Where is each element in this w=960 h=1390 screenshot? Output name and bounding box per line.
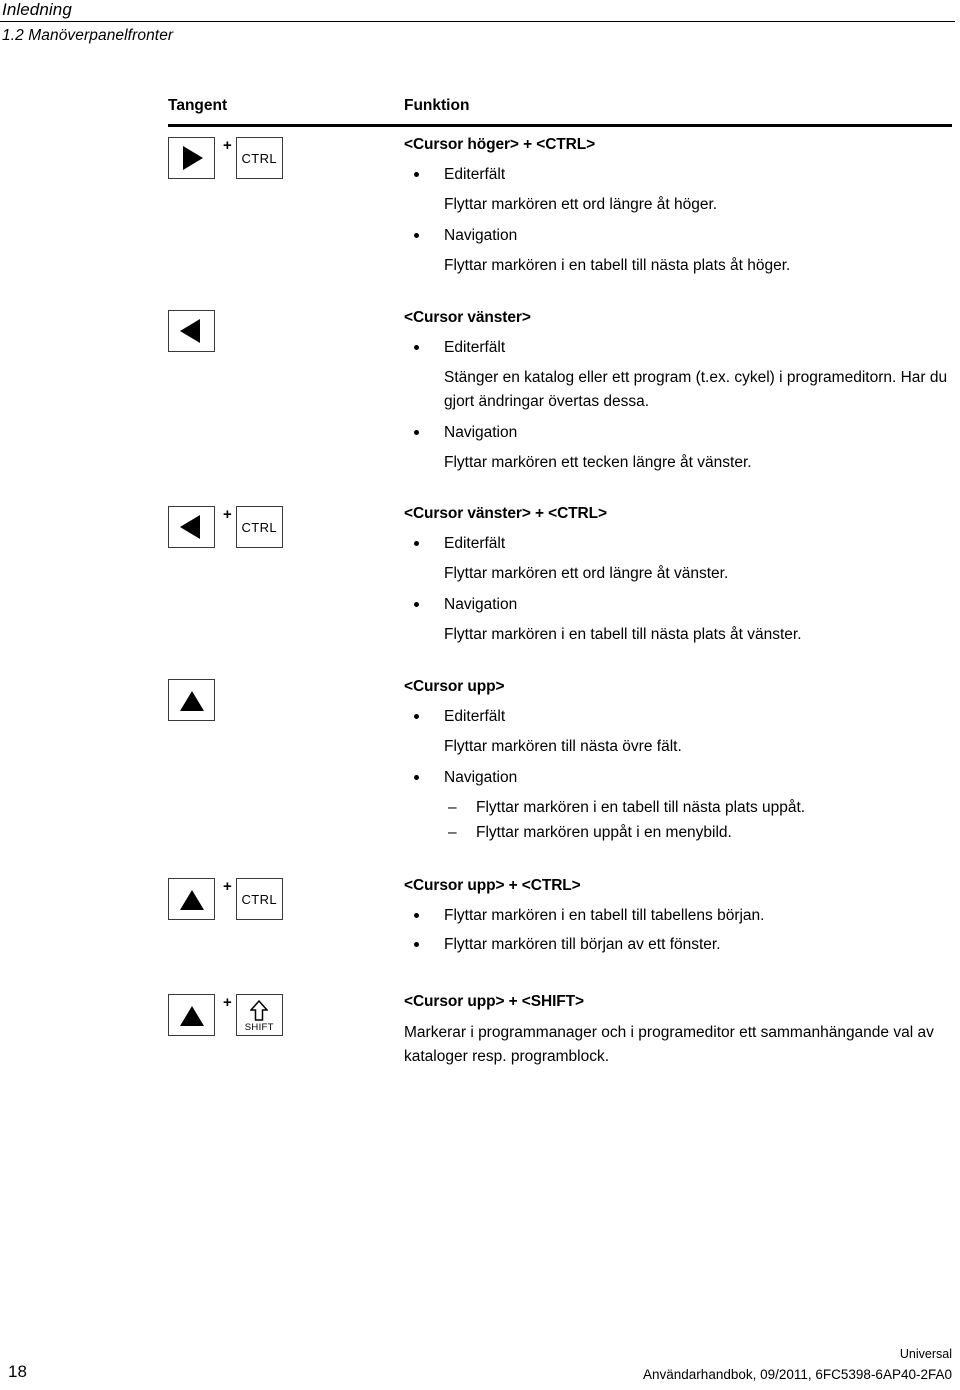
table-header-row: Tangent Funktion xyxy=(168,97,952,124)
key-cell: + SHIFT xyxy=(168,992,404,1036)
function-bullet-item: Flyttar markören till början av ett föns… xyxy=(404,934,952,955)
function-title: <Cursor upp> xyxy=(404,678,505,695)
ctrl-key: CTRL xyxy=(235,137,283,179)
header-chapter-title: Inledning xyxy=(2,0,72,19)
function-dash-item: Flyttar markören i en tabell till nästa … xyxy=(404,796,952,820)
function-bullet-item: Editerfält xyxy=(404,533,952,554)
ctrl-key-label: CTRL xyxy=(241,891,278,907)
function-paragraph: Flyttar markören ett tecken längre åt vä… xyxy=(444,454,752,471)
function-cell: <Cursor vänster> + <CTRL> Editerfält Flytt… xyxy=(404,504,952,655)
function-title: <Cursor vänster> + <CTRL> xyxy=(404,505,607,522)
function-bullet-item: Editerfält xyxy=(404,164,952,185)
key-cell: + CTRL xyxy=(168,876,404,920)
cursor-right-key xyxy=(168,137,215,179)
function-paragraph: Flyttar markören i en tabell till nästa … xyxy=(444,257,791,274)
footer-document-info: Universal Användarhandbok, 09/2011, 6FC5… xyxy=(643,1346,952,1384)
column-header-function: Funktion xyxy=(404,97,470,114)
key-cell xyxy=(168,308,404,352)
key-reference-table: Tangent Funktion + CTRL <Cursor höger> + <… xyxy=(168,97,952,1071)
shift-arrow-icon xyxy=(250,999,269,1021)
cursor-up-key xyxy=(168,878,215,920)
table-row: <Cursor upp> Editerfält Flyttar markören t… xyxy=(168,655,952,846)
shift-key: SHIFT xyxy=(235,994,283,1036)
function-paragraph: Flyttar markören i en tabell till nästa … xyxy=(444,626,802,643)
ctrl-key-label: CTRL xyxy=(241,150,278,166)
cursor-up-arrow-icon xyxy=(179,1006,204,1026)
function-cell: <Cursor vänster> Editerfält Stänger en kat… xyxy=(404,308,952,483)
function-bullet-item: Navigation xyxy=(404,594,952,615)
key-combiner-plus: + xyxy=(223,137,232,154)
page-header: Inledning 1.2 Manöverpanelfronter xyxy=(0,0,960,45)
function-bullet-item: Flyttar markören i en tabell till tabell… xyxy=(404,905,952,926)
function-bullet-item: Navigation xyxy=(404,422,952,443)
function-title: <Cursor upp> + <CTRL> xyxy=(404,877,581,894)
table-row: + CTRL <Cursor höger> + <CTRL> Editerfält Fl… xyxy=(168,127,952,286)
shift-key-label: SHIFT xyxy=(244,1021,274,1033)
cursor-up-arrow-icon xyxy=(179,890,204,910)
cursor-up-arrow-icon xyxy=(179,691,204,711)
cursor-left-key xyxy=(168,506,215,548)
cursor-up-key xyxy=(168,994,215,1036)
table-row: + CTRL <Cursor vänster> + <CTRL> Editerfält… xyxy=(168,483,952,655)
page-number: 18 xyxy=(8,1362,27,1381)
footer-document-id: Användarhandbok, 09/2011, 6FC5398-6AP40-… xyxy=(643,1367,952,1382)
column-header-key: Tangent xyxy=(168,97,228,114)
table-row: + CTRL <Cursor upp> + <CTRL> Flyttar markör… xyxy=(168,846,952,963)
key-combination xyxy=(168,310,404,352)
table-body: + CTRL <Cursor höger> + <CTRL> Editerfält Fl… xyxy=(168,127,952,1071)
ctrl-key-label: CTRL xyxy=(241,519,278,535)
ctrl-key: CTRL xyxy=(235,506,283,548)
footer-product-name: Universal xyxy=(899,1347,952,1361)
table-row: + SHIFT <Cursor upp> + <SHIFT> Markerar i p… xyxy=(168,963,952,1071)
function-bullet-item: Editerfält xyxy=(404,337,952,358)
cursor-left-arrow-icon xyxy=(180,515,200,539)
page-footer: 18 Universal Användarhandbok, 09/2011, 6… xyxy=(0,1330,960,1390)
key-combination: + CTRL xyxy=(168,137,404,179)
table-row: <Cursor vänster> Editerfält Stänger en kat… xyxy=(168,286,952,483)
cursor-up-key xyxy=(168,679,215,721)
function-cell: <Cursor upp> Editerfält Flyttar markören t… xyxy=(404,677,952,846)
function-cell: <Cursor upp> + <CTRL> Flyttar markören i … xyxy=(404,876,952,963)
key-cell: + CTRL xyxy=(168,135,404,179)
function-bullet-item: Navigation xyxy=(404,225,952,246)
key-combination xyxy=(168,679,404,721)
header-section-title: 1.2 Manöverpanelfronter xyxy=(2,27,174,44)
key-combiner-plus: + xyxy=(223,878,232,895)
key-combiner-plus: + xyxy=(223,994,232,1011)
function-title: <Cursor höger> + <CTRL> xyxy=(404,136,596,153)
function-bullet-item: Navigation xyxy=(404,767,952,788)
key-combination: + SHIFT xyxy=(168,994,404,1036)
function-cell: <Cursor upp> + <SHIFT> Markerar i program… xyxy=(404,992,952,1071)
function-paragraph: Flyttar markören ett ord längre åt vänst… xyxy=(444,565,729,582)
cursor-left-arrow-icon xyxy=(180,319,200,343)
key-combination: + CTRL xyxy=(168,506,404,548)
function-paragraph: Flyttar markören ett ord längre åt höger… xyxy=(444,196,718,213)
function-paragraph: Flyttar markören till nästa övre fält. xyxy=(444,738,682,755)
function-cell: <Cursor höger> + <CTRL> Editerfält Flyttar… xyxy=(404,135,952,286)
key-combiner-plus: + xyxy=(223,506,232,523)
key-cell xyxy=(168,677,404,721)
function-paragraph: Stänger en katalog eller ett program (t.… xyxy=(444,369,948,410)
header-divider xyxy=(0,21,955,22)
cursor-left-key xyxy=(168,310,215,352)
ctrl-key: CTRL xyxy=(235,878,283,920)
function-bullet-item: Editerfält xyxy=(404,706,952,727)
function-paragraph: Markerar i programmanager och i programe… xyxy=(404,1024,934,1065)
function-dash-item: Flyttar markören uppåt i en menybild. xyxy=(404,821,952,845)
function-title: <Cursor upp> + <SHIFT> xyxy=(404,993,584,1010)
cursor-right-arrow-icon xyxy=(183,146,203,170)
function-title: <Cursor vänster> xyxy=(404,309,531,326)
key-combination: + CTRL xyxy=(168,878,404,920)
key-cell: + CTRL xyxy=(168,504,404,548)
